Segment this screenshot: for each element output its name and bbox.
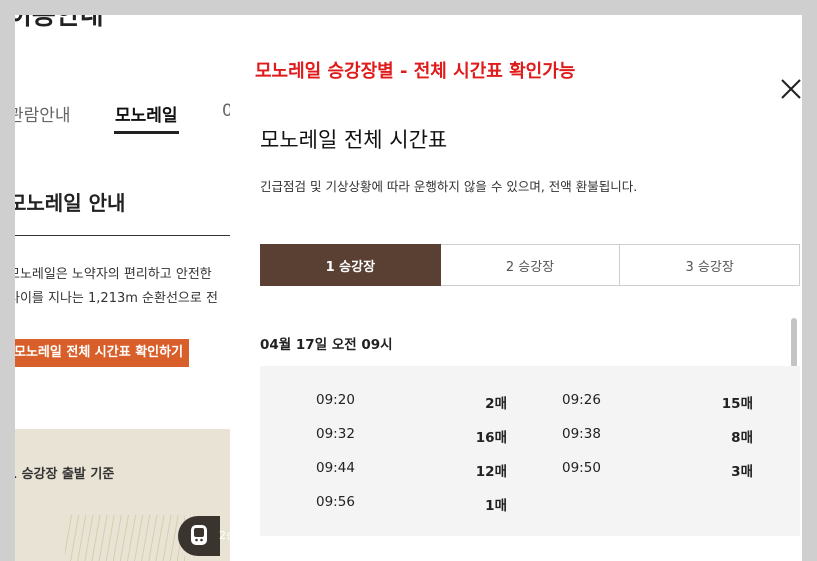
available-seats: 16매 xyxy=(475,430,507,446)
available-seats: 8매 xyxy=(731,430,753,446)
departure-caption: 1 승강장 출발 기준 xyxy=(15,467,115,482)
departure-time[interactable]: 09:32 xyxy=(316,426,355,442)
departure-time[interactable]: 09:38 xyxy=(562,426,601,442)
tab-platform-1[interactable]: 1 승강장 xyxy=(260,244,441,286)
available-seats: 12매 xyxy=(475,464,507,480)
departure-time[interactable]: 09:26 xyxy=(562,392,601,408)
scrollbar-thumb[interactable] xyxy=(791,318,797,368)
close-icon-svg xyxy=(781,79,801,99)
tab-guide[interactable]: 관람안내 xyxy=(15,101,71,126)
monorail-description: 모노레일은 노약자의 편리하고 안전한 사이를 지나는 1,213m 순환선으로… xyxy=(15,263,218,311)
departure-time[interactable]: 09:44 xyxy=(316,460,355,476)
view-timetable-button[interactable]: 모노레일 전체 시간표 확인하기 xyxy=(15,339,190,367)
page-title: 이용안내 xyxy=(15,15,104,31)
departure-time[interactable]: 09:20 xyxy=(316,392,355,408)
close-icon[interactable] xyxy=(780,78,802,100)
train-icon xyxy=(191,525,207,545)
platform-tabs: 1 승강장 2 승강장 3 승강장 xyxy=(260,244,801,286)
modal-title: 모노레일 전체 시간표 xyxy=(260,128,448,152)
available-seats: 2매 xyxy=(485,396,507,412)
tab-monorail[interactable]: 모노레일 xyxy=(115,101,178,126)
departure-time[interactable]: 09:50 xyxy=(562,460,601,476)
section-divider xyxy=(15,235,248,236)
section-title: 모노레일 안내 xyxy=(15,191,126,215)
tab-platform-2[interactable]: 2 승강장 xyxy=(440,244,621,286)
description-line: 모노레일은 노약자의 편리하고 안전한 xyxy=(15,267,212,282)
modal-notice: 긴급점검 및 기상상황에 따라 운행하지 않을 수 있으며, 전액 환불됩니다. xyxy=(260,179,638,194)
decorative-plants xyxy=(65,515,185,561)
available-seats: 15매 xyxy=(721,396,753,412)
annotation-label: 모노레일 승강장별 - 전체 시간표 확인가능 xyxy=(255,61,576,82)
tab-platform-3[interactable]: 3 승강장 xyxy=(620,244,801,286)
departure-time[interactable]: 09:56 xyxy=(316,494,355,510)
date-label: 04월 17일 오전 09시 xyxy=(260,337,393,353)
available-seats: 1매 xyxy=(485,498,507,514)
tab-active-indicator xyxy=(114,131,179,134)
available-seats: 3매 xyxy=(731,464,753,480)
description-line: 사이를 지나는 1,213m 순환선으로 전 xyxy=(15,291,218,306)
train-icon-svg xyxy=(194,528,204,542)
